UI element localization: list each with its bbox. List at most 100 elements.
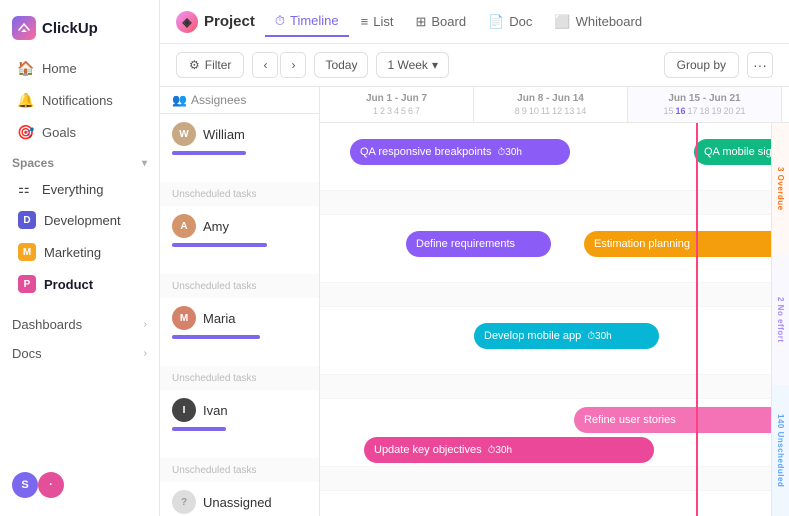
person-info-ivan: I Ivan: [172, 398, 307, 422]
sidebar-item-home[interactable]: 🏠 Home: [6, 53, 153, 83]
sidebar-item-home-label: Home: [42, 61, 77, 76]
spaces-section: Spaces ▾: [0, 148, 159, 174]
space-item-product[interactable]: P Product: [6, 269, 153, 299]
unscheduled-william-left: Unscheduled tasks: [160, 182, 320, 206]
name-maria: Maria: [203, 311, 236, 326]
project-icon: ◈: [176, 11, 198, 33]
bar-maria: [172, 335, 260, 339]
gantt-left-panel: 👥 Assignees W William Unscheduled tasks …: [160, 87, 320, 516]
task-bar-develop-mobile[interactable]: Develop mobile app ⏱30h: [474, 323, 659, 349]
timeline-row-amy: Define requirements Estimation planning: [320, 215, 789, 283]
sidebar-docs[interactable]: Docs ›: [0, 339, 159, 368]
space-product-label: Product: [44, 277, 93, 292]
unscheduled-william: Unscheduled tasks: [172, 185, 257, 204]
space-everything-label: Everything: [42, 182, 103, 197]
tab-board[interactable]: ⊞ Board: [405, 8, 476, 36]
week-selector[interactable]: 1 Week ▾: [376, 52, 449, 78]
timeline-icon: ⏱: [275, 13, 285, 29]
docs-chevron-icon: ›: [144, 348, 147, 359]
next-button[interactable]: ›: [280, 52, 306, 78]
filter-label: Filter: [205, 58, 232, 72]
avatar-maria: M: [172, 306, 196, 330]
bell-icon: 🔔: [18, 92, 34, 108]
task-bar-qa-responsive[interactable]: QA responsive breakpoints ⏱30h: [350, 139, 570, 165]
project-title: ◈ Project: [176, 11, 255, 33]
today-label: 16: [675, 106, 685, 116]
avatar-ivan: I: [172, 398, 196, 422]
docs-label: Docs: [12, 346, 42, 361]
task-estimation-label: Estimation planning: [594, 238, 690, 250]
sidebar-item-notifications[interactable]: 🔔 Notifications: [6, 85, 153, 115]
unscheduled-row-ivan: [320, 467, 789, 491]
tab-doc-label: Doc: [509, 14, 532, 29]
filter-button[interactable]: ⚙ Filter: [176, 52, 244, 78]
development-dot: D: [18, 211, 36, 229]
sidebar-item-goals-label: Goals: [42, 125, 76, 140]
name-amy: Amy: [203, 219, 229, 234]
tab-doc[interactable]: 📄 Doc: [478, 8, 542, 36]
tab-list-label: List: [373, 14, 393, 29]
name-unassigned: Unassigned: [203, 495, 272, 510]
project-label: Project: [204, 13, 255, 30]
sidebar-item-goals[interactable]: 🎯 Goals: [6, 117, 153, 147]
everything-icon: ⚏: [18, 181, 34, 197]
task-bar-update-objectives[interactable]: Update key objectives ⏱30h: [364, 437, 654, 463]
marketing-dot: M: [18, 243, 36, 261]
person-row-maria-left: M Maria: [160, 298, 320, 366]
task-bar-define-req[interactable]: Define requirements: [406, 231, 551, 257]
tab-board-label: Board: [431, 14, 466, 29]
person-row-unassigned-left: ? Unassigned: [160, 482, 320, 516]
name-william: William: [203, 127, 245, 142]
gantt-right-panel: Jun 1 - Jun 7 1234567 Jun 8 - Jun 14 891…: [320, 87, 789, 516]
name-ivan: Ivan: [203, 403, 228, 418]
sidebar-dashboards[interactable]: Dashboards ›: [0, 310, 159, 339]
no-effort-label[interactable]: 2 No effort: [772, 254, 789, 385]
task-qa-responsive-label: QA responsive breakpoints: [360, 146, 491, 158]
product-dot: P: [18, 275, 36, 293]
assignees-icon: 👥: [172, 93, 187, 107]
logo: ClickUp: [0, 10, 159, 52]
space-item-everything[interactable]: ⚏ Everything: [6, 175, 153, 203]
date-group-2-label: Jun 8 - Jun 14: [517, 93, 584, 104]
person-info-amy: A Amy: [172, 214, 307, 238]
task-bar-refine-stories[interactable]: Refine user stories: [574, 407, 789, 433]
tab-list[interactable]: ≡ List: [351, 8, 404, 35]
tab-timeline-label: Timeline: [290, 13, 339, 28]
overdue-label[interactable]: 3 Overdue: [772, 123, 789, 254]
space-item-development[interactable]: D Development: [6, 205, 153, 235]
sidebar: ClickUp 🏠 Home 🔔 Notifications 🎯 Goals S…: [0, 0, 160, 516]
tab-whiteboard[interactable]: ⬜ Whiteboard: [544, 8, 652, 36]
group-by-button[interactable]: Group by: [664, 52, 739, 78]
date-group-3-label: Jun 15 - Jun 21: [668, 93, 740, 104]
bar-william: [172, 151, 246, 155]
person-row-william-left: W William: [160, 114, 320, 182]
person-info-william: W William: [172, 122, 307, 146]
unscheduled-maria: Unscheduled tasks: [172, 369, 257, 388]
space-marketing-label: Marketing: [44, 245, 101, 260]
unscheduled-ivan: Unscheduled tasks: [172, 461, 257, 480]
sidebar-item-notifications-label: Notifications: [42, 93, 113, 108]
space-item-marketing[interactable]: M Marketing: [6, 237, 153, 267]
spaces-chevron-icon[interactable]: ▾: [142, 158, 147, 169]
unscheduled-amy-left: Unscheduled tasks: [160, 274, 320, 298]
right-labels: 3 Overdue 2 No effort 140 Unscheduled: [771, 123, 789, 516]
task-bar-estimation[interactable]: Estimation planning: [584, 231, 789, 257]
logo-icon: [12, 16, 36, 40]
unscheduled-label[interactable]: 140 Unscheduled: [772, 385, 789, 516]
today-button[interactable]: Today: [314, 52, 368, 78]
gantt-area: 👥 Assignees W William Unscheduled tasks …: [160, 87, 789, 516]
tab-whiteboard-label: Whiteboard: [576, 14, 642, 29]
goals-icon: 🎯: [18, 124, 34, 140]
tab-timeline[interactable]: ⏱ Timeline: [265, 7, 349, 37]
user-avatar-2[interactable]: ·: [38, 472, 64, 498]
week-label: 1 Week: [387, 58, 427, 72]
whiteboard-icon: ⬜: [554, 14, 570, 30]
user-avatar[interactable]: S: [12, 472, 38, 498]
space-development-label: Development: [44, 213, 121, 228]
spaces-label: Spaces: [12, 156, 54, 170]
assignees-header: 👥 Assignees: [160, 87, 320, 114]
unscheduled-amy: Unscheduled tasks: [172, 277, 257, 296]
prev-button[interactable]: ‹: [252, 52, 278, 78]
more-button[interactable]: ···: [747, 52, 773, 78]
dashboards-chevron-icon: ›: [144, 319, 147, 330]
